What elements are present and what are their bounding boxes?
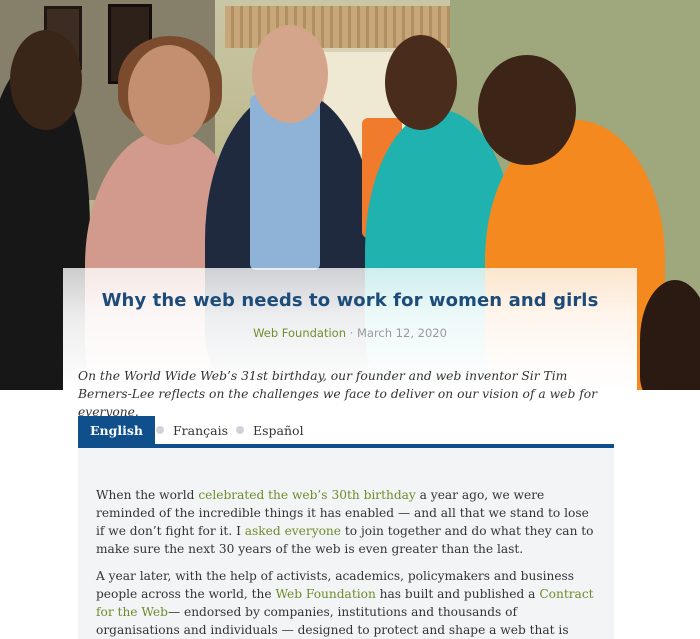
article-byline: Web Foundation · March 12, 2020 <box>63 326 637 340</box>
article-body: When the world celebrated the web’s 30th… <box>78 448 614 639</box>
asked-everyone-link[interactable]: asked everyone <box>245 524 341 538</box>
tab-label: Español <box>253 422 304 438</box>
birthday-link[interactable]: celebrated the web’s 30th birthday <box>198 488 415 502</box>
byline-separator: · <box>346 326 357 340</box>
text-run: has built and published a <box>375 587 540 601</box>
article-intro: On the World Wide Web’s 31st birthday, o… <box>78 369 598 419</box>
person-head <box>10 30 82 130</box>
web-foundation-link[interactable]: Web Foundation <box>276 587 376 601</box>
dot-icon <box>236 426 244 434</box>
tab-spanish[interactable]: Español <box>236 416 316 444</box>
author-link[interactable]: Web Foundation <box>253 326 346 340</box>
tab-french[interactable]: Français <box>156 416 236 444</box>
publish-date: March 12, 2020 <box>356 326 447 340</box>
person-head <box>385 35 457 130</box>
tab-english[interactable]: English <box>78 416 155 444</box>
dot-icon <box>156 426 164 434</box>
article-paragraph: A year later, with the help of activists… <box>96 567 596 639</box>
person-head <box>128 45 210 145</box>
tab-label: English <box>90 422 143 438</box>
text-run: When the world <box>96 488 199 502</box>
tab-label: Français <box>173 422 229 438</box>
article-title: Why the web needs to work for women and … <box>101 290 599 311</box>
article-paragraph: When the world celebrated the web’s 30th… <box>96 486 596 558</box>
language-tabs: English Français Español <box>78 416 614 448</box>
person-head <box>252 25 328 123</box>
person-head <box>478 55 576 165</box>
